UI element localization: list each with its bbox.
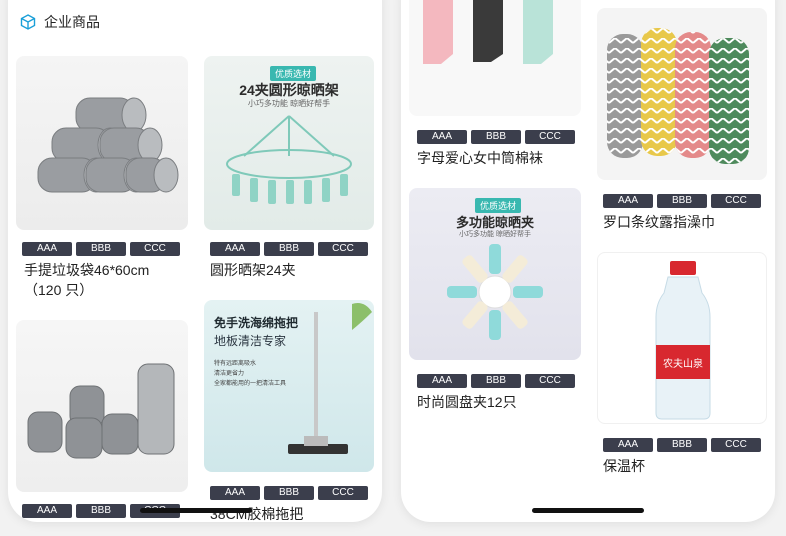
product-card[interactable]: 优质选材 24夹圆形晾晒架 小巧多功能 晾晒好帮手 AAA BBB CCC 圆形… (204, 56, 374, 296)
product-name: 时尚圆盘夹12只 (417, 394, 517, 410)
tag-row: AAA BBB CCC (417, 374, 575, 388)
tag-aaa: AAA (210, 242, 260, 256)
product-name: 字母爱心女中筒棉袜 (417, 150, 543, 166)
tag-aaa: AAA (417, 374, 467, 388)
tag-bbb: BBB (471, 130, 521, 144)
product-card[interactable]: AAA BBB CCC (16, 320, 188, 520)
phone-screen-left: 企业商品 AAA BBB CCC 手提垃圾袋46*60cm（120 只） AAA… (8, 0, 382, 522)
product-image (16, 320, 188, 492)
product-name: 保温杯 (603, 458, 645, 474)
tag-aaa: AAA (210, 486, 260, 500)
tag-row: AAA BBB CCC (22, 242, 180, 256)
tag-ccc: CCC (525, 130, 575, 144)
product-name: 38CM胶棉拖把 (210, 506, 304, 522)
product-image: 优质选材 24夹圆形晾晒架 小巧多功能 晾晒好帮手 (204, 56, 374, 230)
product-image: 免手洗海绵拖把 地板清洁专家 特有远距离吸水 清洁更省力 全家都能用的一把清洁工… (204, 300, 374, 472)
tag-row: AAA BBB CCC (417, 130, 575, 144)
tag-row: AAA BBB CCC (603, 194, 761, 208)
tag-row: AAA BBB CCC (603, 438, 761, 452)
tag-bbb: BBB (264, 486, 314, 500)
home-indicator (140, 508, 252, 513)
product-name: 罗口条纹露指澡巾 (603, 214, 715, 230)
product-card[interactable]: 农夫山泉 AAA BBB CCC 保温杯 (597, 252, 767, 482)
tag-aaa: AAA (417, 130, 467, 144)
tag-ccc: CCC (318, 242, 368, 256)
product-name: 圆形晒架24夹 (210, 262, 296, 278)
tag-ccc: CCC (130, 242, 180, 256)
tag-row: AAA BBB CCC (210, 486, 368, 500)
tag-aaa: AAA (22, 242, 72, 256)
product-image: 优质选材 多功能晾晒夹 小巧多功能 晾晒好帮手 (409, 188, 581, 360)
phone-screen-right: AAA BBB CCC 字母爱心女中筒棉袜 优质选材 多功能晾晒夹 小巧多功能 … (401, 0, 775, 522)
home-indicator (532, 508, 644, 513)
product-image (409, 0, 581, 116)
tag-ccc: CCC (525, 374, 575, 388)
tag-aaa: AAA (603, 194, 653, 208)
tag-ccc: CCC (711, 438, 761, 452)
tag-ccc: CCC (711, 194, 761, 208)
product-image (16, 56, 188, 230)
tag-bbb: BBB (76, 242, 126, 256)
cube-icon (20, 14, 36, 30)
section-title: 企业商品 (44, 14, 100, 30)
section-header: 企业商品 (20, 12, 100, 32)
tag-bbb: BBB (76, 504, 126, 518)
tag-bbb: BBB (471, 374, 521, 388)
product-image (597, 8, 767, 180)
product-card[interactable]: AAA BBB CCC 罗口条纹露指澡巾 (597, 8, 767, 238)
tag-bbb: BBB (264, 242, 314, 256)
product-image: 农夫山泉 (597, 252, 767, 424)
tag-bbb: BBB (657, 438, 707, 452)
product-card[interactable]: 免手洗海绵拖把 地板清洁专家 特有远距离吸水 清洁更省力 全家都能用的一把清洁工… (204, 300, 374, 522)
product-card[interactable]: AAA BBB CCC 字母爱心女中筒棉袜 (409, 0, 581, 166)
tag-bbb: BBB (657, 194, 707, 208)
tag-aaa: AAA (603, 438, 653, 452)
product-card[interactable]: 优质选材 多功能晾晒夹 小巧多功能 晾晒好帮手 AAA BBB CCC 时尚圆盘… (409, 188, 581, 418)
product-name: 手提垃圾袋46*60cm（120 只） (24, 262, 150, 298)
tag-ccc: CCC (318, 486, 368, 500)
product-card[interactable]: AAA BBB CCC 手提垃圾袋46*60cm（120 只） (16, 56, 188, 298)
tag-row: AAA BBB CCC (210, 242, 368, 256)
tag-aaa: AAA (22, 504, 72, 518)
bottle-label: 农夫山泉 (663, 357, 703, 370)
